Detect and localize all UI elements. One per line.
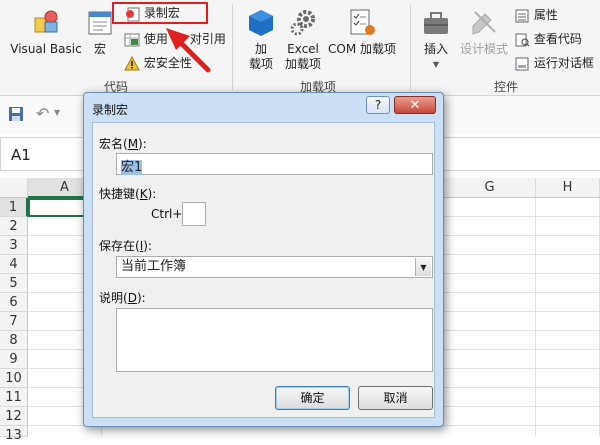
design-mode-label: 设计模式 xyxy=(459,42,508,56)
description-label: 说明(D): xyxy=(99,291,146,305)
properties-label: 属性 xyxy=(533,8,558,22)
store-in-select[interactable]: 当前工作簿 ▼ xyxy=(116,256,433,278)
row-header-6[interactable]: 6 xyxy=(0,293,28,312)
row-header-3[interactable]: 3 xyxy=(0,236,28,255)
group-label-controls: 控件 xyxy=(494,80,519,94)
gridline xyxy=(535,198,536,437)
macros-icon xyxy=(88,11,112,35)
shortcut-key-label: 快捷键(K): xyxy=(99,187,157,201)
properties-icon xyxy=(515,9,529,22)
row-header-8[interactable]: 8 xyxy=(0,331,28,350)
row-header-2[interactable]: 2 xyxy=(0,217,28,236)
com-addins-label: COM 加载项 xyxy=(328,42,396,56)
excel-addins-button[interactable]: Excel 加载项 xyxy=(282,8,324,72)
visual-basic-button[interactable]: Visual Basic xyxy=(6,8,86,57)
excel-addins-label-1: Excel xyxy=(287,42,319,56)
row-header-7[interactable]: 7 xyxy=(0,312,28,331)
cancel-button[interactable]: 取消 xyxy=(358,386,433,410)
row-header-1[interactable]: 1 xyxy=(0,198,28,217)
com-addins-icon xyxy=(350,9,375,35)
close-icon: ✕ xyxy=(409,98,421,113)
relative-references-label-suffix: 对引用 xyxy=(189,32,226,46)
toolbox-icon xyxy=(424,12,448,34)
chevron-down-icon: ▼ xyxy=(420,263,427,272)
design-mode-icon xyxy=(472,11,496,35)
corner-select-all[interactable] xyxy=(0,178,28,198)
macro-security-button[interactable]: 宏安全性 xyxy=(124,54,192,72)
macro-name-input[interactable]: 宏1 xyxy=(116,153,433,175)
gear-icon xyxy=(290,10,315,36)
insert-control-label: 插入 xyxy=(423,42,448,56)
ribbon-separator xyxy=(410,4,411,90)
column-header-g[interactable]: G xyxy=(444,178,536,198)
view-code-icon xyxy=(515,33,530,46)
undo-dropdown-icon[interactable]: ▼ xyxy=(54,108,60,117)
run-dialog-icon xyxy=(515,57,529,70)
row-header-12[interactable]: 12 xyxy=(0,407,28,426)
com-addins-button[interactable]: COM 加载项 xyxy=(324,8,400,57)
column-header-h[interactable]: H xyxy=(536,178,600,198)
excel-addins-label-2: 加载项 xyxy=(284,57,321,71)
dialog-body: 宏名(M): 宏1 快捷键(K): Ctrl+ 保存在(I): 当前工作簿 ▼ … xyxy=(92,122,435,418)
chevron-down-icon: ▼ xyxy=(432,60,440,69)
warning-icon xyxy=(124,55,140,70)
row-header-11[interactable]: 11 xyxy=(0,388,28,407)
row-header-10[interactable]: 10 xyxy=(0,369,28,388)
dialog-title: 录制宏 xyxy=(92,103,129,117)
properties-button[interactable]: 属性 xyxy=(514,6,558,24)
description-textarea[interactable] xyxy=(116,308,433,372)
addins-label-2: 载项 xyxy=(248,57,273,71)
highlight-box xyxy=(112,2,208,24)
ctrl-label: Ctrl+ xyxy=(151,207,183,221)
store-in-value: 当前工作簿 xyxy=(121,259,187,274)
visual-basic-icon xyxy=(34,10,58,33)
run-dialog-label: 运行对话框 xyxy=(533,56,594,70)
design-mode-button[interactable]: 设计模式 xyxy=(456,8,512,57)
name-box[interactable]: A1 xyxy=(0,137,90,171)
record-macro-dialog: 录制宏 ? ✕ 宏名(M): 宏1 快捷键(K): Ctrl+ 保存在(I): … xyxy=(83,92,444,427)
macro-name-value: 宏1 xyxy=(121,160,143,175)
relative-references-label-prefix: 使用 xyxy=(143,32,168,46)
ribbon: Visual Basic 宏 录制宏 使用 对引用 宏安全性 代码 加 载项 E… xyxy=(0,0,600,96)
close-button[interactable]: ✕ xyxy=(394,96,436,114)
macro-security-label: 宏安全性 xyxy=(143,56,192,70)
row-header-5[interactable]: 5 xyxy=(0,274,28,293)
visual-basic-label: Visual Basic xyxy=(10,42,82,56)
row-header-13[interactable]: 13 xyxy=(0,426,28,443)
addins-button[interactable]: 加 载项 xyxy=(244,8,278,72)
relative-references-button[interactable]: 使用 对引用 xyxy=(124,30,226,48)
save-icon[interactable] xyxy=(8,106,24,122)
view-code-label: 查看代码 xyxy=(533,32,582,46)
macros-label: 宏 xyxy=(93,42,106,56)
row-header-9[interactable]: 9 xyxy=(0,350,28,369)
relative-references-icon xyxy=(124,33,140,46)
dropdown-button[interactable]: ▼ xyxy=(415,258,431,276)
macro-name-label: 宏名(M): xyxy=(99,137,147,151)
undo-icon[interactable]: ↶ xyxy=(36,104,49,123)
ok-button[interactable]: 确定 xyxy=(275,386,350,410)
store-in-label: 保存在(I): xyxy=(99,239,152,253)
row-header-4[interactable]: 4 xyxy=(0,255,28,274)
view-code-button[interactable]: 查看代码 xyxy=(514,30,582,48)
insert-control-button[interactable]: 插入 ▼ xyxy=(416,8,456,72)
run-dialog-button[interactable]: 运行对话框 xyxy=(514,54,594,72)
addins-label-1: 加 xyxy=(254,42,267,56)
shortcut-key-input[interactable] xyxy=(182,202,206,226)
addins-icon xyxy=(249,10,273,36)
ribbon-separator xyxy=(232,4,233,90)
help-button[interactable]: ? xyxy=(366,96,390,114)
